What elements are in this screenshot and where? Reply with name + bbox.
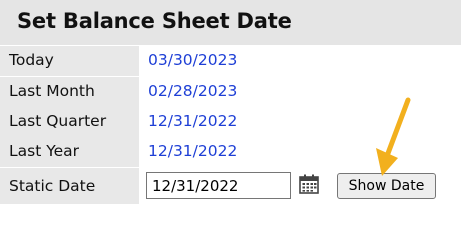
row-label: Today bbox=[9, 51, 54, 69]
date-row-static: Static Date Show Date bbox=[0, 168, 461, 204]
date-row-last-quarter: Last Quarter 12/31/2022 bbox=[0, 107, 461, 137]
date-row-last-month: Last Month 02/28/2023 bbox=[0, 77, 461, 107]
label-cell: Last Quarter bbox=[0, 107, 139, 137]
panel-title: Set Balance Sheet Date bbox=[17, 9, 292, 33]
date-row-today: Today 03/30/2023 bbox=[0, 46, 461, 76]
value-cell: 12/31/2022 bbox=[140, 137, 461, 167]
row-label: Last Quarter bbox=[9, 112, 107, 130]
label-cell: Last Year bbox=[0, 137, 139, 167]
value-cell: 02/28/2023 bbox=[140, 77, 461, 107]
calendar-icon[interactable] bbox=[299, 174, 319, 194]
last-quarter-date-link[interactable]: 12/31/2022 bbox=[148, 112, 237, 130]
balance-sheet-date-panel: Set Balance Sheet Date Today 03/30/2023 … bbox=[0, 0, 461, 205]
row-label: Last Year bbox=[9, 142, 80, 160]
show-date-button[interactable]: Show Date bbox=[337, 173, 436, 199]
value-cell: Show Date bbox=[140, 168, 461, 204]
label-cell: Static Date bbox=[0, 168, 139, 204]
static-date-input[interactable] bbox=[146, 172, 291, 199]
label-cell: Today bbox=[0, 46, 139, 76]
date-row-last-year: Last Year 12/31/2022 bbox=[0, 137, 461, 167]
value-cell: 03/30/2023 bbox=[140, 46, 461, 76]
label-cell: Last Month bbox=[0, 77, 139, 107]
last-month-date-link[interactable]: 02/28/2023 bbox=[148, 82, 237, 100]
panel-header: Set Balance Sheet Date bbox=[0, 0, 461, 45]
row-label: Static Date bbox=[9, 177, 96, 195]
row-label: Last Month bbox=[9, 82, 95, 100]
today-date-link[interactable]: 03/30/2023 bbox=[148, 51, 237, 69]
last-year-date-link[interactable]: 12/31/2022 bbox=[148, 142, 237, 160]
value-cell: 12/31/2022 bbox=[140, 107, 461, 137]
